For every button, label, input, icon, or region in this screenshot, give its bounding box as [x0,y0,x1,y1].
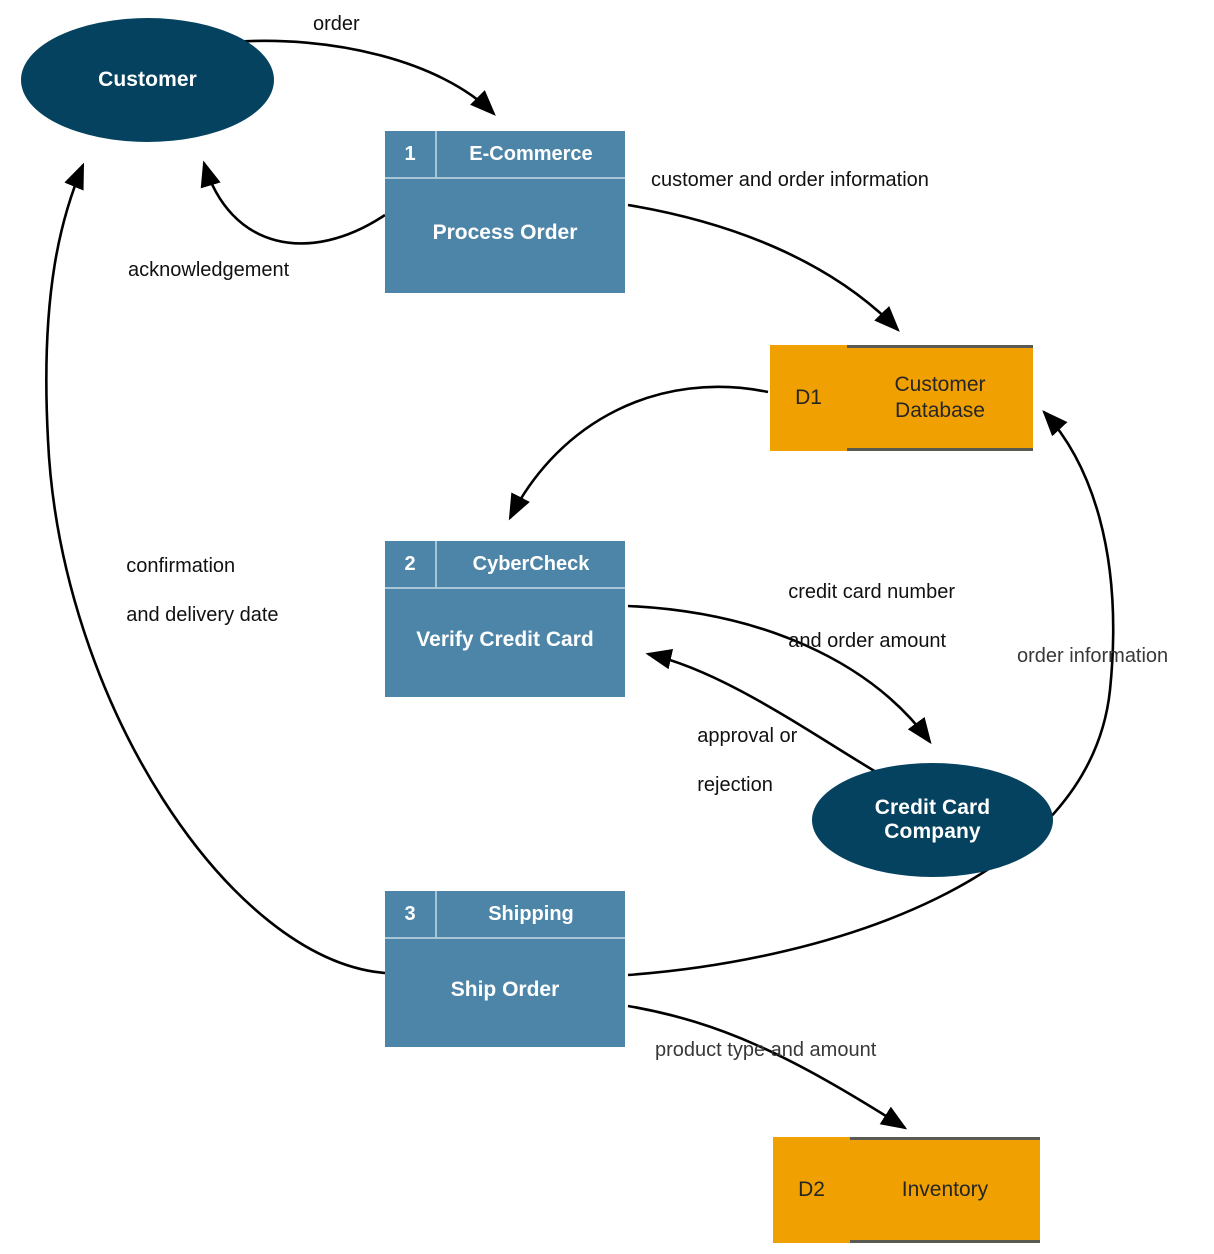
data-store-d1-customer-database[interactable]: D1 Customer Database [770,345,1033,451]
flow-label-confirmation-and-delivery-date: confirmation and delivery date [104,530,279,652]
flow-label-acknowledgement: acknowledgement [128,259,290,281]
process-1-number: 1 [385,131,437,177]
credit-card-number-line-1: credit card number [788,581,955,604]
flow-arrow-d1-to-process-2 [508,385,769,521]
flow-label-customer-and-order-information: customer and order information [651,169,929,191]
flow-arrow-acknowledgement [200,160,386,245]
external-entity-credit-card-company-label: Credit Card Company [875,796,990,844]
process-1-name: Process Order [432,221,578,244]
data-store-d1-name: Customer Database [847,345,1033,451]
external-entity-credit-card-company[interactable]: Credit Card Company [812,763,1053,877]
flow-label-product-type-and-amount: product type and amount [655,1039,877,1061]
confirmation-line-2: and delivery date [126,604,279,627]
data-store-d1-line-1: Customer [894,372,986,396]
process-3-name: Ship Order [450,978,560,1001]
flow-arrow-product-type-and-amount [627,1004,908,1130]
data-store-d2-inventory[interactable]: D2 Inventory [773,1137,1040,1243]
data-store-d1-line-2: Database [895,399,985,422]
flow-label-order: order [313,13,360,35]
flow-arrow-customer-and-order-information [627,203,900,332]
flow-label-credit-card-number-and-order-amount: credit card number and order amount [766,556,955,678]
process-1-owner: E-Commerce [469,142,593,165]
data-store-d1-number: D1 [795,386,822,409]
process-2-verify-credit-card[interactable]: 2 CyberCheck Verify Credit Card [385,541,625,697]
process-1-header: 1 E-Commerce [385,131,625,179]
data-store-d2-number: D2 [798,1178,825,1201]
external-entity-customer-label: Customer [98,67,197,91]
process-3-ship-order[interactable]: 3 Shipping Ship Order [385,891,625,1047]
process-2-header: 2 CyberCheck [385,541,625,589]
diagram-canvas: Customer Credit Card Company 1 E-Commerc… [0,0,1214,1254]
approval-line-1: approval or [697,725,798,748]
approval-line-2: rejection [697,774,773,797]
credit-card-number-line-2: and order amount [788,630,947,653]
credit-card-company-line-2: Company [884,820,981,843]
flow-arrow-order-information [627,410,1115,977]
external-entity-customer[interactable]: Customer [21,18,274,142]
process-3-number: 3 [385,891,437,937]
confirmation-line-1: confirmation [126,555,236,578]
process-3-owner: Shipping [488,902,574,925]
credit-card-company-line-1: Credit Card [874,795,991,819]
flow-label-approval-or-rejection: approval or rejection [675,700,797,822]
flow-label-order-information: order information [1017,645,1169,667]
process-2-name: Verify Credit Card [416,628,594,651]
process-2-owner: CyberCheck [472,552,590,575]
data-store-d2-name: Inventory [850,1137,1040,1243]
process-3-header: 3 Shipping [385,891,625,939]
process-2-number: 2 [385,541,437,587]
process-1-process-order[interactable]: 1 E-Commerce Process Order [385,131,625,293]
